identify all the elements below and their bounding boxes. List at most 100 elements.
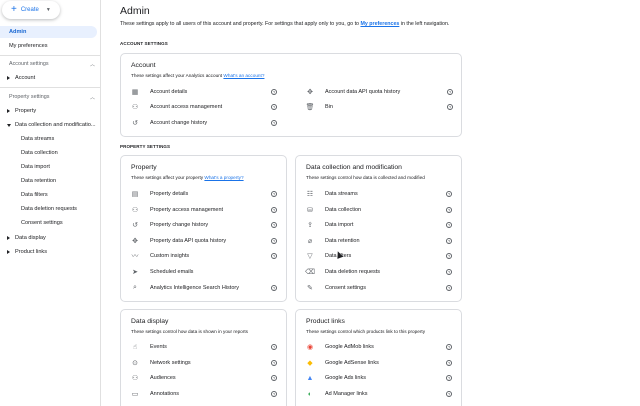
analytics-intelligence-search-history-row[interactable]: ⌕ Analytics Intelligence Search History <box>131 283 239 293</box>
help-icon[interactable]: ? <box>271 120 277 126</box>
data-filters-row[interactable]: ▽ Data filters <box>306 251 351 261</box>
help-icon[interactable]: ? <box>271 285 277 291</box>
card-description: These settings control how data is shown… <box>131 329 248 334</box>
sidebar-item-label: Data collection and modificatio... <box>15 122 96 128</box>
help-icon[interactable]: ? <box>271 360 277 366</box>
my-preferences-link[interactable]: My preferences <box>360 21 399 27</box>
help-icon[interactable]: ? <box>271 391 277 397</box>
history-icon: ↺ <box>132 120 138 127</box>
sidebar-section-account-settings[interactable]: Account settings ︿ <box>9 58 99 70</box>
google-adsense-links-row[interactable]: ◆ Google AdSense links <box>306 358 379 368</box>
help-icon[interactable]: ? <box>271 222 277 228</box>
expand-arrow-icon <box>7 236 10 240</box>
help-icon[interactable]: ? <box>446 253 452 259</box>
card-description: These settings control how data is colle… <box>306 175 425 180</box>
bin-row[interactable]: 🗑 Bin <box>306 102 333 112</box>
google-ads-logo-icon: ▲ <box>306 374 314 382</box>
account-access-management-row[interactable]: ⚇ Account access management <box>131 102 222 112</box>
sidebar-item-data-import[interactable]: Data import <box>21 161 50 173</box>
row-label: Data retention <box>325 238 360 244</box>
google-admob-links-row[interactable]: ◉ Google AdMob links <box>306 342 374 352</box>
annotations-row[interactable]: ▭ Annotations <box>131 389 179 399</box>
sidebar-item-label: Property <box>15 108 37 114</box>
plus-icon: + <box>11 4 17 15</box>
help-icon[interactable]: ? <box>447 104 453 110</box>
people-icon: ⚇ <box>131 207 139 214</box>
help-icon[interactable]: ? <box>271 344 277 350</box>
scheduled-emails-row[interactable]: ➤ Scheduled emails <box>131 267 193 277</box>
sidebar-item-data-streams[interactable]: Data streams <box>21 133 54 145</box>
account-change-history-row[interactable]: ↺ Account change history <box>131 118 207 128</box>
sidebar-item-data-display[interactable]: Data display <box>7 232 46 244</box>
help-icon[interactable]: ? <box>271 191 277 197</box>
sidebar-item-data-collection[interactable]: Data collection <box>21 147 58 159</box>
help-icon[interactable]: ? <box>447 89 453 95</box>
row-label: Data collection <box>325 207 362 213</box>
events-row[interactable]: ☝ Events <box>131 342 167 352</box>
account-card: Account These settings affect your Analy… <box>120 53 462 137</box>
help-icon[interactable]: ? <box>446 222 452 228</box>
adsense-logo-icon: ◆ <box>307 360 313 367</box>
row-label: Account data API quota history <box>325 89 401 95</box>
help-icon[interactable]: ? <box>271 238 277 244</box>
help-icon[interactable]: ? <box>446 207 452 213</box>
help-icon[interactable]: ? <box>271 104 277 110</box>
database-icon: ⛁ <box>307 207 313 214</box>
sidebar-item-label: Property settings <box>9 94 50 100</box>
expand-arrow-icon <box>7 109 10 113</box>
custom-insights-row[interactable]: 〰 Custom insights <box>131 251 190 261</box>
whats-an-account-link[interactable]: What's an account? <box>223 73 264 78</box>
sidebar-item-label: Admin <box>9 29 27 35</box>
help-icon[interactable]: ? <box>446 391 452 397</box>
sidebar-item-data-deletion-requests[interactable]: Data deletion requests <box>21 203 77 215</box>
data-streams-row[interactable]: ☷ Data streams <box>306 189 358 199</box>
help-icon[interactable]: ? <box>446 285 452 291</box>
sidebar-item-consent-settings[interactable]: Consent settings <box>21 217 63 229</box>
create-button[interactable]: + Create ▼ <box>2 1 60 19</box>
row-label: Annotations <box>150 391 180 397</box>
audiences-row[interactable]: ⚇ Audiences <box>131 373 176 383</box>
card-title: Property <box>131 164 157 171</box>
data-display-card: Data display These settings control how … <box>120 309 287 406</box>
sidebar-item-admin[interactable]: Admin <box>0 26 97 38</box>
property-access-management-row[interactable]: ⚇ Property access management <box>131 205 223 215</box>
help-icon[interactable]: ? <box>446 360 452 366</box>
sidebar-item-account[interactable]: Account <box>7 72 35 84</box>
data-collection-row[interactable]: ⛁ Data collection <box>306 205 361 215</box>
whats-a-property-link[interactable]: What's a property? <box>204 175 243 180</box>
sidebar-item-my-preferences[interactable]: My preferences <box>9 40 48 52</box>
help-icon[interactable]: ? <box>446 344 452 350</box>
data-retention-row[interactable]: ⌀ Data retention <box>306 236 360 246</box>
sidebar-item-data-filters[interactable]: Data filters <box>21 189 48 201</box>
row-label: Account change history <box>150 120 208 126</box>
help-icon[interactable]: ? <box>446 375 452 381</box>
chevron-up-icon: ︿ <box>89 61 95 68</box>
property-data-api-quota-history-row[interactable]: ✥ Property data API quota history <box>131 236 226 246</box>
ad-manager-links-row[interactable]: ◐ Ad Manager links <box>306 389 368 399</box>
help-icon[interactable]: ? <box>271 253 277 259</box>
sidebar-item-product-links[interactable]: Product links <box>7 246 47 258</box>
data-deletion-requests-row[interactable]: ⌫ Data deletion requests <box>305 267 380 277</box>
data-import-row[interactable]: ⇪ Data import <box>306 220 353 230</box>
row-label: Ad Manager links <box>325 391 368 397</box>
network-settings-row[interactable]: ⊙ Network settings <box>131 358 191 368</box>
consent-settings-row[interactable]: ✎ Consent settings <box>306 283 366 293</box>
help-icon[interactable]: ? <box>446 191 452 197</box>
sidebar-item-property[interactable]: Property <box>7 105 36 117</box>
sidebar-item-label: Data deletion requests <box>21 206 77 212</box>
help-icon[interactable]: ? <box>271 89 277 95</box>
property-details-row[interactable]: ▤ Property details <box>131 189 189 199</box>
help-icon[interactable]: ? <box>271 375 277 381</box>
sidebar-item-data-retention[interactable]: Data retention <box>21 175 56 187</box>
sidebar-section-property-settings[interactable]: Property settings ︿ <box>9 91 99 103</box>
help-icon[interactable]: ? <box>446 238 452 244</box>
help-icon[interactable]: ? <box>446 269 452 275</box>
sidebar-item-label: Data import <box>21 164 50 170</box>
account-details-row[interactable]: ▦ Account details <box>131 87 188 97</box>
google-ads-links-row[interactable]: ▲ Google Ads links <box>306 373 366 383</box>
property-change-history-row[interactable]: ↺ Property change history <box>131 220 208 230</box>
account-data-api-quota-history-row[interactable]: ✥ Account data API quota history <box>306 87 400 97</box>
sidebar-item-data-collection-modification[interactable]: Data collection and modificatio... <box>7 119 96 131</box>
sidebar-item-label: Account <box>15 75 36 81</box>
help-icon[interactable]: ? <box>271 207 277 213</box>
